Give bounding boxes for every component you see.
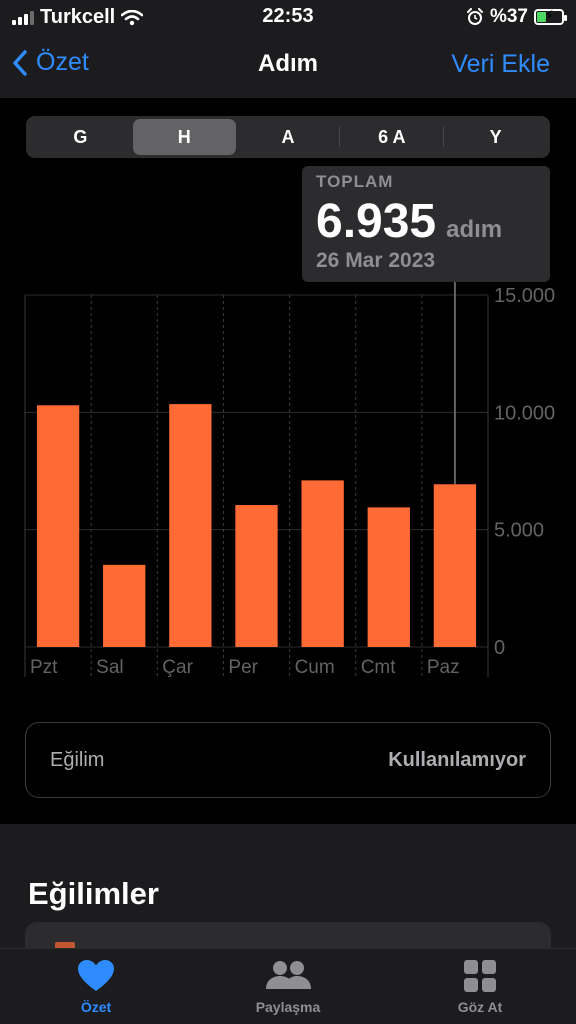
tooltip-value: 6.935: [316, 195, 437, 248]
battery-percent: %37: [489, 6, 528, 27]
tab-bar: Özet Paylaşma Göz At: [0, 948, 576, 1024]
tab-sharing[interactable]: Paylaşma: [192, 949, 384, 1024]
status-bar: Turkcell 22:53 %37 ⚡: [0, 0, 576, 34]
steps-chart[interactable]: 0 5.000 10.000 15.000 Pzt Sal Çar Per Cum Cmt Paz …: [0, 160, 576, 700]
y-tick-label: 5.000: [494, 520, 544, 542]
tab-summary[interactable]: Özet: [0, 949, 192, 1024]
trend-card[interactable]: Eğilim Kullanılamıyor: [25, 722, 551, 798]
grid-icon: [464, 960, 496, 992]
segment-g[interactable]: G: [29, 119, 132, 155]
tab-browse-label: Göz At: [457, 999, 503, 1015]
alarm-icon: [466, 8, 483, 25]
tooltip-date: 26 Mar 2023: [316, 249, 436, 272]
segment-6-a[interactable]: 6 A: [340, 119, 443, 155]
x-tick-label: Cmt: [361, 657, 397, 678]
x-tick-label: Çar: [162, 657, 193, 678]
chart-bar: [103, 564, 146, 647]
x-tick-label: Per: [228, 657, 258, 678]
x-tick-label: Paz: [427, 657, 460, 678]
chart-bar: [433, 484, 477, 647]
tab-browse[interactable]: Göz At: [384, 949, 576, 1024]
chart-bar: [36, 405, 80, 647]
tooltip-unit: adım: [446, 216, 503, 243]
selection-tooltip: TOPLAM 6.935 adım 26 Mar 2023: [302, 166, 550, 282]
x-tick-label: Cum: [295, 657, 335, 678]
chart-bar: [235, 505, 278, 647]
tooltip-value-row: 6.935 adım: [316, 194, 536, 249]
y-tick-label: 10.000: [494, 402, 555, 424]
x-tick-label: Pzt: [30, 657, 58, 678]
trend-value: Kullanılamıyor: [388, 748, 526, 771]
add-data-button[interactable]: Veri Ekle: [451, 50, 550, 79]
tab-sharing-label: Paylaşma: [255, 999, 321, 1015]
tooltip-label: TOPLAM: [316, 172, 394, 191]
time-range-segmented-control: GHA6 AY: [26, 116, 550, 158]
segment-y[interactable]: Y: [444, 119, 547, 155]
x-tick-label: Sal: [96, 657, 123, 678]
trend-label: Eğilim: [50, 748, 105, 771]
segment-h[interactable]: H: [132, 119, 236, 155]
chart-bar: [301, 480, 344, 647]
y-tick-label: 0: [494, 637, 505, 659]
people-icon: [266, 961, 311, 989]
chart-bar: [367, 507, 410, 647]
status-right-group: %37 ⚡: [466, 6, 567, 28]
chart-bar: [169, 404, 212, 647]
navigation-bar: Özet Adım Veri Ekle: [0, 34, 576, 98]
segment-a[interactable]: A: [237, 119, 340, 155]
y-tick-label: 15.000: [494, 285, 555, 307]
heart-icon: [78, 960, 114, 991]
bolt-icon: ⚡: [544, 7, 554, 23]
battery-charging-icon: ⚡: [534, 7, 567, 25]
tab-summary-label: Özet: [80, 999, 112, 1015]
section-title: Eğilimler: [28, 876, 159, 911]
